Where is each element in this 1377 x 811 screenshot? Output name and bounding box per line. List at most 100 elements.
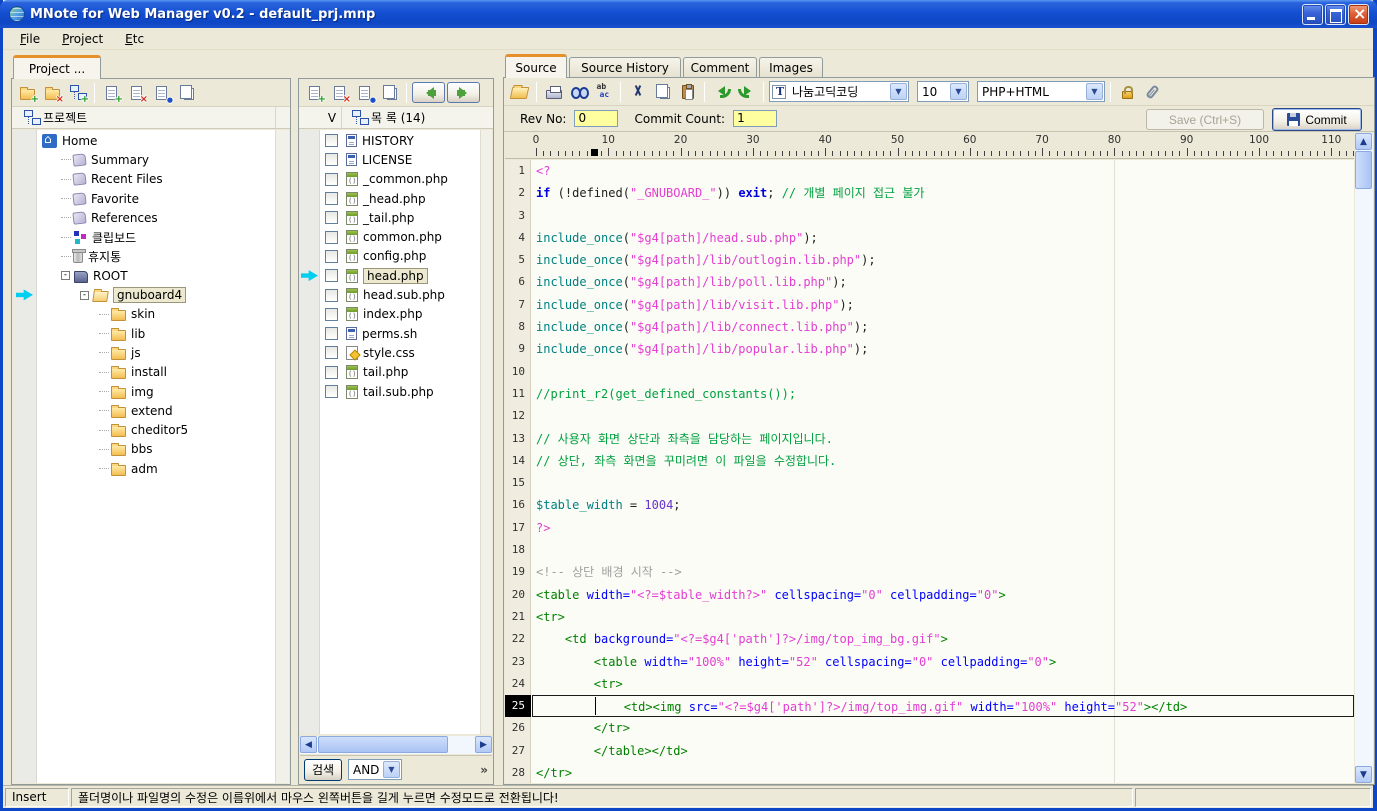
code-line-26[interactable]: 26 </tr> [505,717,1354,739]
file-checkbox[interactable] [325,250,338,263]
file-item-HISTORY[interactable]: HISTORY [321,131,479,150]
tree-item-skin[interactable]: skin [38,305,274,324]
tab-comment[interactable]: Comment [683,57,757,77]
code-line-25[interactable]: 25 <td><img src="<?=$g4['path']?>/img/to… [505,695,1354,717]
copy-file-icon[interactable] [378,81,401,104]
file-properties-icon[interactable]: ● [150,81,173,104]
search-operator-combo[interactable]: AND ▼ [348,759,402,780]
file-checkbox[interactable] [325,366,338,379]
add-file-icon[interactable]: + [303,81,326,104]
file-checkbox[interactable] [325,192,338,205]
code-line-16[interactable]: 16$table_width = 1004; [505,494,1354,516]
file-item-config-php[interactable]: config.php [321,247,479,266]
chevron-down-icon[interactable]: ▼ [950,83,967,100]
add-tree-icon[interactable]: + [66,81,89,104]
code-line-19[interactable]: 19<!-- 상단 배경 시작 --> [505,561,1354,583]
cut-icon[interactable] [626,80,649,103]
find-icon[interactable] [567,80,590,103]
minimize-button[interactable] [1302,4,1323,25]
commit-button[interactable]: Commit [1272,108,1362,131]
scroll-left-button[interactable]: ◀ [300,736,317,753]
chevron-down-icon[interactable]: ▼ [1086,83,1103,100]
language-combo[interactable]: PHP+HTML▼ [977,81,1105,102]
chevron-down-icon[interactable]: ▼ [890,83,907,100]
close-button[interactable] [1348,4,1369,25]
add-file-icon[interactable]: + [100,81,123,104]
collapse-toggle[interactable]: - [80,291,89,300]
delete-folder-icon[interactable]: × [41,81,64,104]
open-folder-icon[interactable] [508,80,531,103]
font-size-combo[interactable]: 10▼ [917,81,969,102]
tree-item-root[interactable]: -ROOT [38,266,274,285]
file-checkbox[interactable] [325,269,338,282]
tree-item-휴지통[interactable]: 휴지통 [38,247,274,266]
replace-icon[interactable] [592,80,615,103]
tree-item-bbs[interactable]: bbs [38,440,274,459]
tree-item-img[interactable]: img [38,382,274,401]
tree-item-cheditor5[interactable]: cheditor5 [38,420,274,439]
code-line-13[interactable]: 13// 사용자 화면 상단과 좌측을 담당하는 페이지입니다. [505,428,1354,450]
file-item-common-php[interactable]: common.php [321,227,479,246]
attachment-icon[interactable] [1141,80,1164,103]
scroll-right-button[interactable]: ▶ [475,736,492,753]
delete-file-icon[interactable]: × [125,81,148,104]
tab-project[interactable]: Project ... [13,55,101,79]
file-item-tail-php[interactable]: tail.php [321,363,479,382]
file-item-_head-php[interactable]: _head.php [321,189,479,208]
file-checkbox[interactable] [325,173,338,186]
save-button[interactable]: Save (Ctrl+S) [1146,109,1264,130]
code-line-10[interactable]: 10 [505,361,1354,383]
code-line-17[interactable]: 17?> [505,517,1354,539]
maximize-button[interactable] [1325,4,1346,25]
code-line-14[interactable]: 14// 상단, 좌측 화면을 꾸미려면 이 파일을 수정합니다. [505,450,1354,472]
code-line-6[interactable]: 6include_once("$g4[path]/lib/poll.lib.ph… [505,271,1354,293]
chevron-down-icon[interactable]: ▼ [383,761,400,778]
redo-icon[interactable] [735,80,758,103]
search-more-button[interactable]: » [480,763,488,777]
tree-item-recent-files[interactable]: Recent Files [38,170,274,189]
file-list-header[interactable]: V 목 록 (14) [299,107,493,129]
titlebar[interactable]: MNote for Web Manager v0.2 - default_prj… [0,0,1377,28]
code-line-4[interactable]: 4include_once("$g4[path]/head.sub.php"); [505,227,1354,249]
file-item-_tail-php[interactable]: _tail.php [321,208,479,227]
paste-icon[interactable] [676,80,699,103]
tree-item-js[interactable]: js [38,343,274,362]
commit-count-field[interactable]: 1 [733,110,777,127]
file-checkbox[interactable] [325,134,338,147]
code-line-11[interactable]: 11//print_r2(get_defined_constants()); [505,383,1354,405]
file-checkbox[interactable] [325,327,338,340]
file-checkbox[interactable] [325,346,338,359]
file-checkbox[interactable] [325,211,338,224]
tree-item-summary[interactable]: Summary [38,150,274,169]
file-item-_common-php[interactable]: _common.php [321,170,479,189]
menu-file[interactable]: File [11,30,49,48]
code-line-8[interactable]: 8include_once("$g4[path]/lib/connect.lib… [505,316,1354,338]
font-combo[interactable]: 나눔고딕코딩▼ [769,81,909,102]
file-item-head-sub-php[interactable]: head.sub.php [321,285,479,304]
rev-no-field[interactable]: 0 [574,110,618,127]
code-line-3[interactable]: 3 [505,205,1354,227]
search-button[interactable]: 검색 [304,759,342,781]
scroll-up-button[interactable]: ▲ [1355,133,1372,150]
vscroll-thumb[interactable] [1355,151,1372,189]
file-checkbox[interactable] [325,385,338,398]
code-line-9[interactable]: 9include_once("$g4[path]/lib/popular.lib… [505,338,1354,360]
file-checkbox[interactable] [325,308,338,321]
project-tree-header[interactable]: 프로젝트 [12,107,290,129]
collapse-toggle[interactable]: - [61,271,70,280]
code-line-21[interactable]: 21<tr> [505,606,1354,628]
delete-file-icon[interactable]: × [328,81,351,104]
file-item-LICENSE[interactable]: LICENSE [321,150,479,169]
tree-item-references[interactable]: References [38,208,274,227]
menu-project[interactable]: Project [53,30,112,48]
code-line-20[interactable]: 20<table width="<?=$table_width?>" cells… [505,584,1354,606]
file-checkbox[interactable] [325,289,338,302]
tab-images[interactable]: Images [759,57,823,77]
code-line-12[interactable]: 12 [505,405,1354,427]
tab-source-history[interactable]: Source History [569,57,681,77]
tree-item-favorite[interactable]: Favorite [38,189,274,208]
print-icon[interactable] [542,80,565,103]
code-line-1[interactable]: 1<? [505,160,1354,182]
tree-item-adm[interactable]: adm [38,459,274,478]
file-checkbox[interactable] [325,231,338,244]
